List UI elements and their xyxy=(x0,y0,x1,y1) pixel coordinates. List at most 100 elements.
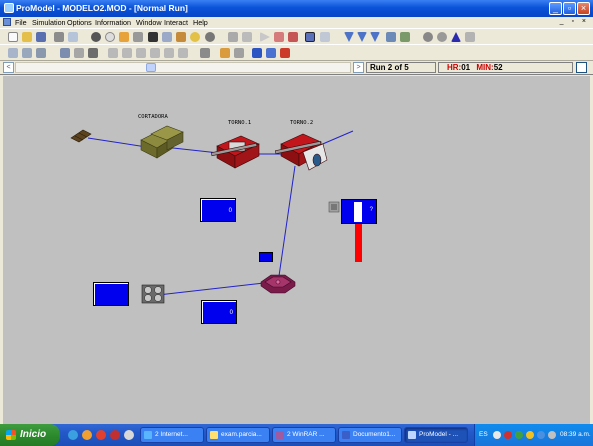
task-exam[interactable]: exam.parcia... xyxy=(206,427,270,443)
swap-icon[interactable] xyxy=(252,48,262,58)
tray-network-icon[interactable] xyxy=(515,431,523,439)
tray-shield-icon[interactable] xyxy=(537,431,545,439)
scrollbar-thumb[interactable] xyxy=(146,63,156,72)
scroll-left-button[interactable]: < xyxy=(3,62,14,73)
pallet-rollers-icon[interactable] xyxy=(141,284,165,304)
mdi-window-controls[interactable]: _ ▫ × xyxy=(560,18,589,25)
menu-help[interactable]: Help xyxy=(193,18,208,27)
chart-icon[interactable] xyxy=(400,32,410,42)
palette-icon[interactable] xyxy=(176,32,186,42)
down-arrow-icon[interactable] xyxy=(344,32,354,42)
gauge-box[interactable]: ? xyxy=(341,199,377,224)
queue-indicator[interactable] xyxy=(259,252,273,262)
media-quicklaunch-icon[interactable] xyxy=(96,430,106,440)
language-indicator[interactable]: ES xyxy=(479,431,488,438)
world-icon[interactable] xyxy=(437,32,447,42)
save-icon[interactable] xyxy=(36,32,46,42)
task-internet[interactable]: 2 Internet... xyxy=(140,427,204,443)
menu-simulation[interactable]: Simulation xyxy=(32,18,66,27)
desktop-quicklaunch-icon[interactable] xyxy=(124,430,134,440)
import-icon[interactable] xyxy=(266,48,276,58)
image-icon[interactable] xyxy=(234,48,244,58)
distribute-icon[interactable] xyxy=(178,48,188,58)
view-icon[interactable] xyxy=(74,48,84,58)
list-icon[interactable] xyxy=(320,32,330,42)
run-icon[interactable] xyxy=(260,32,270,42)
network-icon[interactable] xyxy=(133,32,143,42)
minimize-button[interactable]: _ xyxy=(549,2,562,15)
menu-file[interactable]: File xyxy=(15,18,27,27)
firefox-quicklaunch-icon[interactable] xyxy=(82,430,92,440)
align-bottom-icon[interactable] xyxy=(164,48,174,58)
sound-icon[interactable] xyxy=(60,48,70,58)
task-promodel[interactable]: ProModel - ... xyxy=(404,427,468,443)
align-top-icon[interactable] xyxy=(150,48,160,58)
copy-icon[interactable] xyxy=(228,32,238,42)
counter-box-bottom[interactable]: 0 xyxy=(201,300,237,324)
mdi-doc-icon[interactable] xyxy=(3,18,11,26)
resource-icon[interactable] xyxy=(148,32,158,42)
arrow-icon[interactable] xyxy=(119,32,129,42)
circle-icon[interactable] xyxy=(105,32,115,42)
tile-icon[interactable] xyxy=(22,48,32,58)
task-documento[interactable]: Documento1... xyxy=(338,427,402,443)
maximize-button[interactable]: ▫ xyxy=(563,2,576,15)
locate-icon[interactable] xyxy=(220,48,230,58)
grid-icon[interactable] xyxy=(305,32,315,42)
opera-quicklaunch-icon[interactable] xyxy=(110,430,120,440)
counter-box-left[interactable] xyxy=(93,282,129,306)
start-button[interactable]: Inicio xyxy=(0,424,60,446)
step-icon[interactable] xyxy=(357,32,367,42)
simulation-layout-canvas[interactable]: CORTADORA TORNO.1 TORNO.2 0 ? 0 xyxy=(3,76,590,424)
promodel-app-icon[interactable] xyxy=(4,3,14,13)
torno1-lathe-icon[interactable] xyxy=(211,130,263,170)
tray-volume-icon[interactable] xyxy=(548,431,556,439)
text-tool-icon[interactable] xyxy=(280,48,290,58)
cascade-icon[interactable] xyxy=(36,48,46,58)
storage-icon[interactable] xyxy=(327,200,341,214)
menu-interact[interactable]: Interact xyxy=(164,18,188,27)
horizontal-scrollbar[interactable] xyxy=(15,62,351,73)
clock-icon[interactable] xyxy=(205,32,215,42)
align-right-icon[interactable] xyxy=(136,48,146,58)
counter-bottom-value: 0 xyxy=(229,309,233,316)
tools-icon[interactable] xyxy=(465,32,475,42)
clock-hr-value: 01 xyxy=(461,63,471,72)
scroll-right-button[interactable]: > xyxy=(353,62,364,73)
search-icon[interactable] xyxy=(88,48,98,58)
cortadora-boxes-icon[interactable] xyxy=(137,122,187,162)
close-button[interactable]: × xyxy=(577,2,590,15)
stop-icon[interactable] xyxy=(288,32,298,42)
tray-antivirus-icon[interactable] xyxy=(504,431,512,439)
trace-icon[interactable] xyxy=(370,32,380,42)
print-icon[interactable] xyxy=(54,32,64,42)
layer-icon[interactable] xyxy=(200,48,210,58)
mesa-table-icon[interactable] xyxy=(255,272,301,296)
zoom-icon[interactable] xyxy=(162,32,172,42)
status-checkbox[interactable] xyxy=(576,62,587,73)
triangle-icon[interactable] xyxy=(451,32,461,42)
pause-icon[interactable] xyxy=(274,32,284,42)
window-icon[interactable] xyxy=(8,48,18,58)
torno2-lathe-icon[interactable] xyxy=(275,130,329,176)
menu-information[interactable]: Information xyxy=(95,18,131,27)
tray-help-icon[interactable] xyxy=(493,431,501,439)
record-icon[interactable] xyxy=(91,32,101,42)
menu-window[interactable]: Window xyxy=(136,18,162,27)
align-left-icon[interactable] xyxy=(108,48,118,58)
task-winrar[interactable]: 2 WinRAR ... xyxy=(272,427,336,443)
bulb-icon[interactable] xyxy=(190,32,200,42)
paste-icon[interactable] xyxy=(242,32,252,42)
entry-pallet-icon[interactable] xyxy=(69,128,93,144)
title-bar[interactable]: ProModel - MODELO2.MOD - [Normal Run] _ … xyxy=(0,0,593,17)
menu-options[interactable]: Options xyxy=(67,18,92,27)
counter-box-top[interactable]: 0 xyxy=(200,198,236,222)
new-file-icon[interactable] xyxy=(8,32,18,42)
tray-messenger-icon[interactable] xyxy=(526,431,534,439)
align-center-icon[interactable] xyxy=(122,48,132,58)
layout-icon[interactable] xyxy=(68,32,78,42)
open-folder-icon[interactable] xyxy=(22,32,32,42)
edit-icon[interactable] xyxy=(386,32,396,42)
globe-icon[interactable] xyxy=(423,32,433,42)
ie-quicklaunch-icon[interactable] xyxy=(68,430,78,440)
